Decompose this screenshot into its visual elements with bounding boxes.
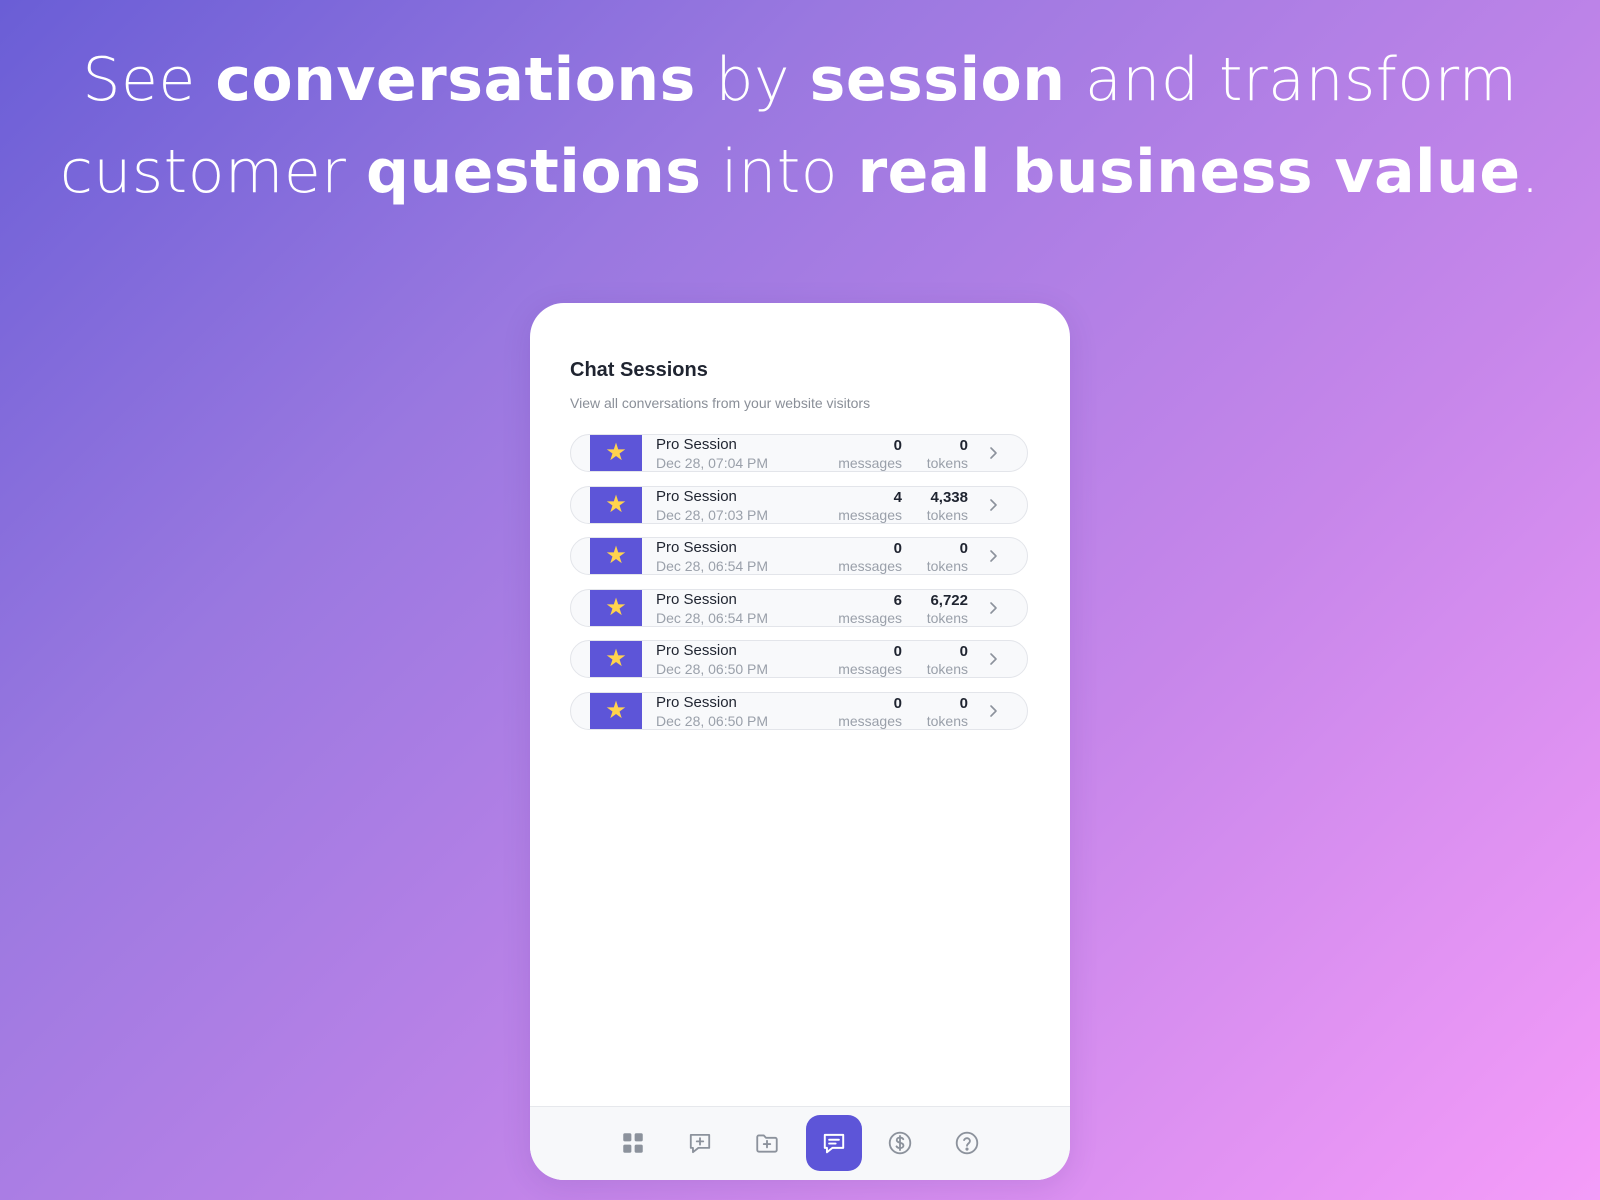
session-list: ★ Pro Session Dec 28, 07:04 PM 0 message…: [570, 434, 1028, 743]
tokens-count: 0: [959, 540, 968, 557]
page-subtitle: View all conversations from your website…: [570, 395, 871, 411]
star-icon: ★: [590, 589, 642, 626]
tab-billing[interactable]: [872, 1115, 928, 1171]
messages-label: messages: [838, 712, 902, 729]
tokens-label: tokens: [926, 558, 968, 574]
headline: See conversations by session and transfo…: [0, 34, 1600, 218]
session-date: Dec 28, 06:54 PM: [656, 609, 769, 626]
dollar-circle-icon: [888, 1131, 912, 1155]
chevron-right-icon: [990, 601, 997, 614]
headline-text: into: [701, 137, 858, 207]
session-row[interactable]: ★ Pro Session Dec 28, 06:50 PM 0 message…: [570, 640, 1028, 678]
messages-count: 6: [893, 591, 902, 609]
messages-label: messages: [838, 506, 902, 523]
session-date: Dec 28, 06:50 PM: [656, 712, 769, 729]
headline-emphasis: questions: [366, 137, 702, 207]
session-name: Pro Session: [656, 642, 737, 659]
tab-add-folder[interactable]: [739, 1115, 795, 1171]
session-row[interactable]: ★ Pro Session Dec 28, 06:54 PM 6 message…: [570, 588, 1028, 627]
session-name: Pro Session: [656, 590, 737, 608]
headline-line-2: customer questions into real business va…: [0, 126, 1600, 218]
tokens-count: 0: [959, 437, 968, 454]
tokens-label: tokens: [926, 712, 968, 729]
star-icon: ★: [590, 692, 642, 729]
chat-sessions-card: Chat Sessions View all conversations fro…: [530, 303, 1070, 1180]
headline-text: and transform: [1065, 45, 1518, 115]
tokens-count: 0: [959, 694, 968, 712]
headline-text: by: [695, 45, 810, 115]
session-date: Dec 28, 06:50 PM: [656, 661, 769, 677]
headline-line-1: See conversations by session and transfo…: [0, 34, 1600, 126]
tab-dashboard[interactable]: [605, 1115, 661, 1171]
tokens-label: tokens: [926, 609, 968, 626]
chevron-right-icon: [990, 653, 997, 665]
folder-plus-icon: [756, 1134, 778, 1153]
tab-new-chat[interactable]: [672, 1115, 728, 1171]
headline-emphasis: real business value: [857, 137, 1521, 207]
star-icon: ★: [590, 538, 642, 574]
tab-help[interactable]: [939, 1115, 995, 1171]
page-title: Chat Sessions: [570, 359, 708, 381]
tokens-label: tokens: [926, 506, 968, 523]
chevron-right-icon: [990, 550, 997, 562]
messages-count: 0: [893, 694, 902, 712]
session-row[interactable]: ★ Pro Session Dec 28, 07:03 PM 4 message…: [570, 485, 1028, 524]
session-name: Pro Session: [656, 539, 737, 556]
session-date: Dec 28, 07:03 PM: [656, 506, 769, 523]
session-row[interactable]: ★ Pro Session Dec 28, 07:04 PM 0 message…: [570, 434, 1028, 472]
messages-count: 0: [893, 643, 902, 660]
star-icon: ★: [590, 435, 642, 471]
headline-emphasis: session: [809, 45, 1066, 115]
headline-text: See: [82, 45, 216, 115]
tokens-count: 6,722: [930, 591, 968, 609]
chevron-right-icon: [990, 447, 997, 459]
tokens-count: 0: [959, 643, 968, 660]
headline-text: .: [1520, 137, 1541, 207]
messages-label: messages: [838, 609, 902, 626]
messages-count: 0: [893, 437, 902, 454]
session-name: Pro Session: [656, 487, 737, 505]
tokens-label: tokens: [926, 661, 968, 677]
star-icon: ★: [590, 486, 642, 523]
headline-text: customer: [59, 137, 367, 207]
messages-count: 0: [893, 540, 902, 557]
tokens-label: tokens: [926, 455, 968, 471]
session-row[interactable]: ★ Pro Session Dec 28, 06:54 PM 0 message…: [570, 537, 1028, 575]
messages-label: messages: [838, 558, 902, 574]
help-circle-icon: [955, 1131, 979, 1155]
messages-label: messages: [838, 661, 902, 677]
messages-count: 4: [893, 488, 902, 506]
headline-emphasis: conversations: [215, 45, 696, 115]
messages-label: messages: [838, 455, 902, 471]
tab-chat-sessions[interactable]: [806, 1115, 862, 1171]
session-row[interactable]: ★ Pro Session Dec 28, 06:50 PM 0 message…: [570, 691, 1028, 730]
star-icon: ★: [590, 641, 642, 677]
chevron-right-icon: [990, 704, 997, 717]
session-name: Pro Session: [656, 436, 737, 453]
bottom-tab-bar: [530, 1106, 1070, 1180]
chat-lines-icon: [823, 1133, 845, 1154]
session-date: Dec 28, 07:04 PM: [656, 455, 769, 471]
tokens-count: 4,338: [930, 488, 968, 506]
chevron-right-icon: [990, 498, 997, 511]
grid-icon: [623, 1133, 643, 1153]
message-plus-icon: [689, 1133, 711, 1154]
session-date: Dec 28, 06:54 PM: [656, 558, 769, 574]
session-name: Pro Session: [656, 693, 737, 711]
